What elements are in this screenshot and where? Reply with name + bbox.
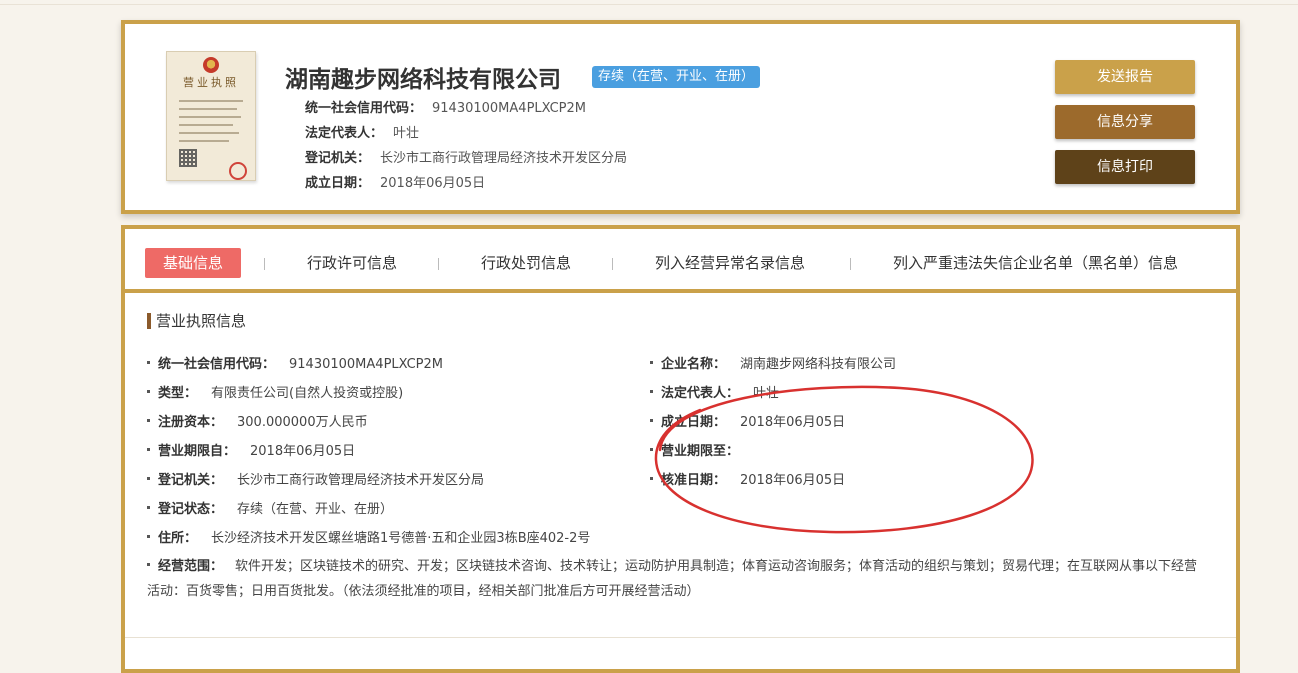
bullet-icon bbox=[147, 448, 150, 451]
send-report-button[interactable]: 发送报告 bbox=[1055, 60, 1195, 94]
bullet-icon bbox=[147, 506, 150, 509]
header-legal-rep-value: 叶壮 bbox=[393, 126, 420, 141]
field-label: 经营范围： bbox=[158, 559, 224, 574]
field-label: 企业名称： bbox=[661, 357, 727, 372]
license-image-title: 营业执照 bbox=[183, 76, 239, 89]
field-value: 2018年06月05日 bbox=[740, 415, 846, 430]
field-value: 长沙市工商行政管理局经济技术开发区分局 bbox=[237, 473, 485, 488]
tab-abnormal-operation[interactable]: 列入经营异常名录信息 bbox=[655, 248, 805, 278]
section-bottom-divider bbox=[125, 637, 1236, 638]
bullet-icon bbox=[650, 448, 653, 451]
field-label: 登记状态： bbox=[158, 502, 224, 517]
tab-admin-license[interactable]: 行政许可信息 bbox=[307, 248, 397, 278]
red-seal-icon bbox=[229, 162, 247, 180]
license-text-line bbox=[179, 116, 241, 118]
tab-separator bbox=[850, 258, 851, 270]
field-value: 300.000000万人民币 bbox=[237, 415, 368, 430]
license-text-line bbox=[179, 108, 237, 110]
bullet-icon bbox=[147, 477, 150, 480]
bullet-icon bbox=[147, 419, 150, 422]
field-registered-capital: 注册资本： 300.000000万人民币 bbox=[147, 411, 368, 430]
field-term-from: 营业期限自： 2018年06月05日 bbox=[147, 440, 355, 459]
header-legal-rep-row: 法定代表人： 叶壮 bbox=[305, 122, 419, 141]
field-value: 2018年06月05日 bbox=[250, 444, 356, 459]
field-label: 核准日期： bbox=[661, 473, 727, 488]
bullet-icon bbox=[147, 361, 150, 364]
national-emblem-icon bbox=[203, 57, 219, 73]
section-title: 营业执照信息 bbox=[147, 313, 246, 329]
header-established-label: 成立日期： bbox=[305, 176, 371, 191]
header-credit-code-label: 统一社会信用代码： bbox=[305, 101, 423, 116]
bullet-icon bbox=[147, 563, 150, 566]
header-authority-row: 登记机关： 长沙市工商行政管理局经济技术开发区分局 bbox=[305, 147, 627, 166]
field-business-scope: 经营范围： 软件开发；区块链技术的研究、开发；区块链技术咨询、技术转让；运动防护用… bbox=[147, 554, 1207, 604]
field-registration-status: 登记状态： 存续（在营、开业、在册） bbox=[147, 498, 393, 517]
bullet-icon bbox=[147, 535, 150, 538]
tab-separator bbox=[612, 258, 613, 270]
tab-blacklist[interactable]: 列入严重违法失信企业名单（黑名单）信息 bbox=[893, 248, 1178, 278]
qr-code-icon bbox=[179, 149, 197, 167]
field-value: 湖南趣步网络科技有限公司 bbox=[740, 357, 897, 372]
business-license-image[interactable]: 营业执照 bbox=[166, 51, 256, 181]
field-value: 2018年06月05日 bbox=[740, 473, 846, 488]
tab-admin-penalty[interactable]: 行政处罚信息 bbox=[481, 248, 571, 278]
info-main-card: 基础信息 行政许可信息 行政处罚信息 列入经营异常名录信息 列入严重违法失信企业… bbox=[121, 225, 1240, 673]
field-value: 软件开发；区块链技术的研究、开发；区块链技术咨询、技术转让；运动防护用具制造；体… bbox=[147, 559, 1198, 599]
license-text-line bbox=[179, 132, 239, 134]
share-info-button[interactable]: 信息分享 bbox=[1055, 105, 1195, 139]
bullet-icon bbox=[147, 390, 150, 393]
field-value: 有限责任公司(自然人投资或控股) bbox=[211, 386, 404, 401]
field-company-name: 企业名称： 湖南趣步网络科技有限公司 bbox=[650, 353, 896, 372]
header-credit-code-row: 统一社会信用代码： 91430100MA4PLXCP2M bbox=[305, 97, 586, 116]
print-info-button[interactable]: 信息打印 bbox=[1055, 150, 1195, 184]
field-label: 注册资本： bbox=[158, 415, 224, 430]
status-badge: 存续（在营、开业、在册） bbox=[592, 66, 761, 88]
bullet-icon bbox=[650, 477, 653, 480]
top-divider bbox=[0, 4, 1298, 5]
field-credit-code: 统一社会信用代码： 91430100MA4PLXCP2M bbox=[147, 353, 443, 372]
field-label: 统一社会信用代码： bbox=[158, 357, 276, 372]
header-established-row: 成立日期： 2018年06月05日 bbox=[305, 172, 485, 191]
bullet-icon bbox=[650, 361, 653, 364]
field-value: 91430100MA4PLXCP2M bbox=[289, 357, 444, 372]
company-header-card: 营业执照 湖南趣步网络科技有限公司 存续（在营、开业、在册） 统一社会信用代码：… bbox=[121, 20, 1240, 214]
field-label: 营业期限至： bbox=[661, 444, 740, 459]
info-tabs: 基础信息 行政许可信息 行政处罚信息 列入经营异常名录信息 列入严重违法失信企业… bbox=[125, 229, 1236, 293]
field-label: 类型： bbox=[158, 386, 198, 401]
field-legal-rep: 法定代表人： 叶壮 bbox=[650, 382, 779, 401]
field-established-date: 成立日期： 2018年06月05日 bbox=[650, 411, 845, 430]
header-legal-rep-label: 法定代表人： bbox=[305, 126, 384, 141]
tab-separator bbox=[264, 258, 265, 270]
field-approval-date: 核准日期： 2018年06月05日 bbox=[650, 469, 845, 488]
field-label: 住所： bbox=[158, 531, 198, 546]
field-label: 营业期限自： bbox=[158, 444, 237, 459]
company-name: 湖南趣步网络科技有限公司 bbox=[285, 67, 561, 93]
license-text-line bbox=[179, 100, 243, 102]
field-type: 类型： 有限责任公司(自然人投资或控股) bbox=[147, 382, 403, 401]
field-label: 登记机关： bbox=[158, 473, 224, 488]
field-term-to: 营业期限至： bbox=[650, 440, 753, 459]
license-text-line bbox=[179, 140, 229, 142]
field-authority: 登记机关： 长沙市工商行政管理局经济技术开发区分局 bbox=[147, 469, 484, 488]
field-value: 长沙经济技术开发区螺丝塘路1号德普·五和企业园3栋B座402-2号 bbox=[211, 531, 591, 546]
header-established-value: 2018年06月05日 bbox=[380, 176, 486, 191]
license-text-line bbox=[179, 124, 233, 126]
header-authority-value: 长沙市工商行政管理局经济技术开发区分局 bbox=[380, 151, 628, 166]
bullet-icon bbox=[650, 419, 653, 422]
bullet-icon bbox=[650, 390, 653, 393]
field-label: 法定代表人： bbox=[661, 386, 740, 401]
tab-basic-info[interactable]: 基础信息 bbox=[145, 248, 242, 278]
field-value: 存续（在营、开业、在册） bbox=[237, 502, 394, 517]
field-label: 成立日期： bbox=[661, 415, 727, 430]
field-address: 住所： 长沙经济技术开发区螺丝塘路1号德普·五和企业园3栋B座402-2号 bbox=[147, 527, 590, 546]
tab-separator bbox=[438, 258, 439, 270]
header-authority-label: 登记机关： bbox=[305, 151, 371, 166]
field-value: 叶壮 bbox=[753, 386, 780, 401]
header-credit-code-value: 91430100MA4PLXCP2M bbox=[432, 101, 587, 116]
